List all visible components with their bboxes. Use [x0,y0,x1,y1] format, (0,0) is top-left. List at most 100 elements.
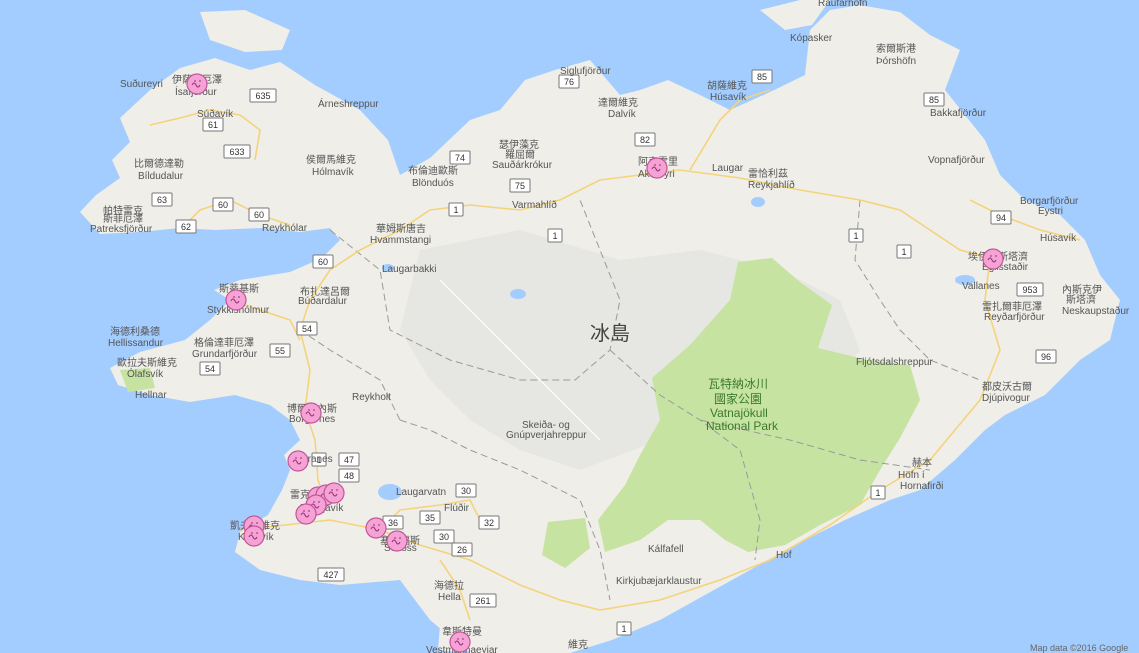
pig-marker-icon[interactable] [243,525,265,547]
road-shield: 62 [175,219,197,234]
road-shield-number: 76 [564,77,574,87]
road-shield-number: 82 [640,135,650,145]
road-shield-number: 60 [218,200,228,210]
place-label-patreksfjordur: Patreksfjörður [90,223,153,235]
road-shield-number: 261 [475,596,490,606]
road-shield-number: 96 [1041,352,1051,362]
place-label-kopasker: Kópasker [790,33,833,44]
park-label-en1: Vatnajökull [710,406,768,420]
place-label-thorshofn: Þórshöfn [876,56,916,67]
place-label-olafsvik: Ólafsvík [127,367,164,380]
road-shield: 48 [338,468,360,483]
road-shield-number: 60 [254,210,264,220]
road-shield-number: 953 [1022,285,1037,295]
place-label-varmahlid: Varmahlíð [512,199,557,211]
road-shield: 55 [269,343,291,358]
road-shield-number: 62 [181,222,191,232]
pig-marker-icon[interactable] [300,402,322,424]
place-label-reydarfjordur: Reyðarfjörður [984,311,1045,323]
place-label-husavik: Húsavík [710,92,747,103]
place-label-reykholt: Reykholt [352,392,391,403]
park-label-zh2: 國家公園 [714,391,762,406]
road-shield: 1 [896,244,912,259]
road-shield-number: 633 [229,147,244,157]
road-shield: 1 [848,228,864,243]
road-shield-number: 635 [255,91,270,101]
place-label-laugarvatn: Laugarvatn [396,487,446,498]
pig-marker-icon[interactable] [646,157,668,179]
place-label-sudureyri: Suðureyri [120,78,163,90]
road-shield-number: 85 [757,72,767,82]
lake [751,197,765,207]
road-shield: 427 [317,567,345,582]
place-label-arneshreppur: Árneshreppur [318,97,379,110]
road-shield: 635 [249,88,277,103]
place-label-husavik-e: Húsavík [1040,233,1077,244]
road-shield: 261 [469,593,497,608]
pig-marker-icon[interactable] [225,289,247,311]
place-label-hellnar: Hellnar [135,390,167,401]
place-label-fludir: Flúðir [444,502,470,514]
road-shield-number: 35 [425,513,435,523]
road-shield: 1 [616,621,632,636]
road-shield-number: 94 [996,213,1006,223]
road-shield: 47 [338,452,360,467]
road-shield: 82 [634,132,656,147]
road-shield-number: 47 [344,455,354,465]
road-shield-number: 30 [439,532,449,542]
road-shield-number: 54 [205,364,215,374]
road-shield-number: 55 [275,346,285,356]
road-shield-number: 1 [621,624,626,634]
place-label-neskaupstadur-zh2: 斯塔濟 [1066,293,1096,306]
map-canvas[interactable]: 冰島 瓦特納冰川 國家公園 Vatnajökull National Park … [0,0,1139,653]
pig-marker-icon[interactable] [186,73,208,95]
place-label-thorshofn-zh: 索爾斯港 [876,42,916,55]
place-label-grundarfjordur-zh: 格倫達菲厄澤 [194,336,254,349]
place-label-vopnafjordur: Vopnafjörður [928,154,985,166]
place-label-gnupverjahreppur: Gnúpverjahreppur [506,430,587,441]
place-label-hellissandur: Hellissandur [108,338,164,349]
road-shield: 633 [223,144,251,159]
place-label-holmavik-zh: 侯爾馬維克 [306,153,356,166]
pig-marker-icon[interactable] [386,530,408,552]
place-label-siglufjordur: Siglufjörður [560,65,611,77]
road-shield: 85 [923,92,945,107]
road-shield: 60 [248,207,270,222]
lake [510,289,526,299]
place-label-holmavik: Hólmavík [312,167,355,178]
road-shield: 26 [451,542,473,557]
pig-marker-icon[interactable] [323,482,345,504]
place-label-reykjahlid: Reykjahlíð [748,179,795,191]
place-label-laugarbakki: Laugarbakki [382,264,436,275]
road-shield: 953 [1016,282,1044,297]
pig-marker-icon[interactable] [449,631,471,653]
place-label-dalvik: Dalvík [608,109,637,120]
road-shield-number: 1 [901,247,906,257]
place-label-raufarhofn: Raufarhöfn [818,0,867,9]
place-label-grundarfjordur: Grundarfjörður [192,348,258,360]
road-shield: 30 [455,483,477,498]
place-label-budardalur: Búðardalur [298,295,348,307]
place-label-hvammstangi: Hvammstangi [370,235,431,246]
place-label-vallanes: Vallanes [962,281,1000,292]
place-label-hofn: Höfn í [898,470,925,481]
road-shield: 54 [296,321,318,336]
pig-marker-icon[interactable] [287,450,309,472]
road-shield: 1 [448,202,464,217]
place-label-hornafirdi: Hornafirði [900,480,943,492]
road-shield-number: 75 [515,181,525,191]
road-shield-number: 60 [318,257,328,267]
road-shield: 30 [433,529,455,544]
place-label-fljotsdalshreppur: Fljótsdalshreppur [856,357,933,368]
road-shield-number: 85 [929,95,939,105]
pig-marker-icon[interactable] [365,517,387,539]
pig-marker-icon[interactable] [295,503,317,525]
road-shield: 1 [870,485,886,500]
pig-marker-icon[interactable] [982,248,1004,270]
road-shield: 35 [419,510,441,525]
road-shield: 60 [212,197,234,212]
place-label-blonduos-zh: 布倫迪歐斯 [408,164,458,177]
place-label-hella-zh: 海德拉 [434,579,464,592]
place-label-blonduos: Blönduós [412,178,454,189]
place-label-bakkafjordur: Bakkafjörður [930,107,987,119]
